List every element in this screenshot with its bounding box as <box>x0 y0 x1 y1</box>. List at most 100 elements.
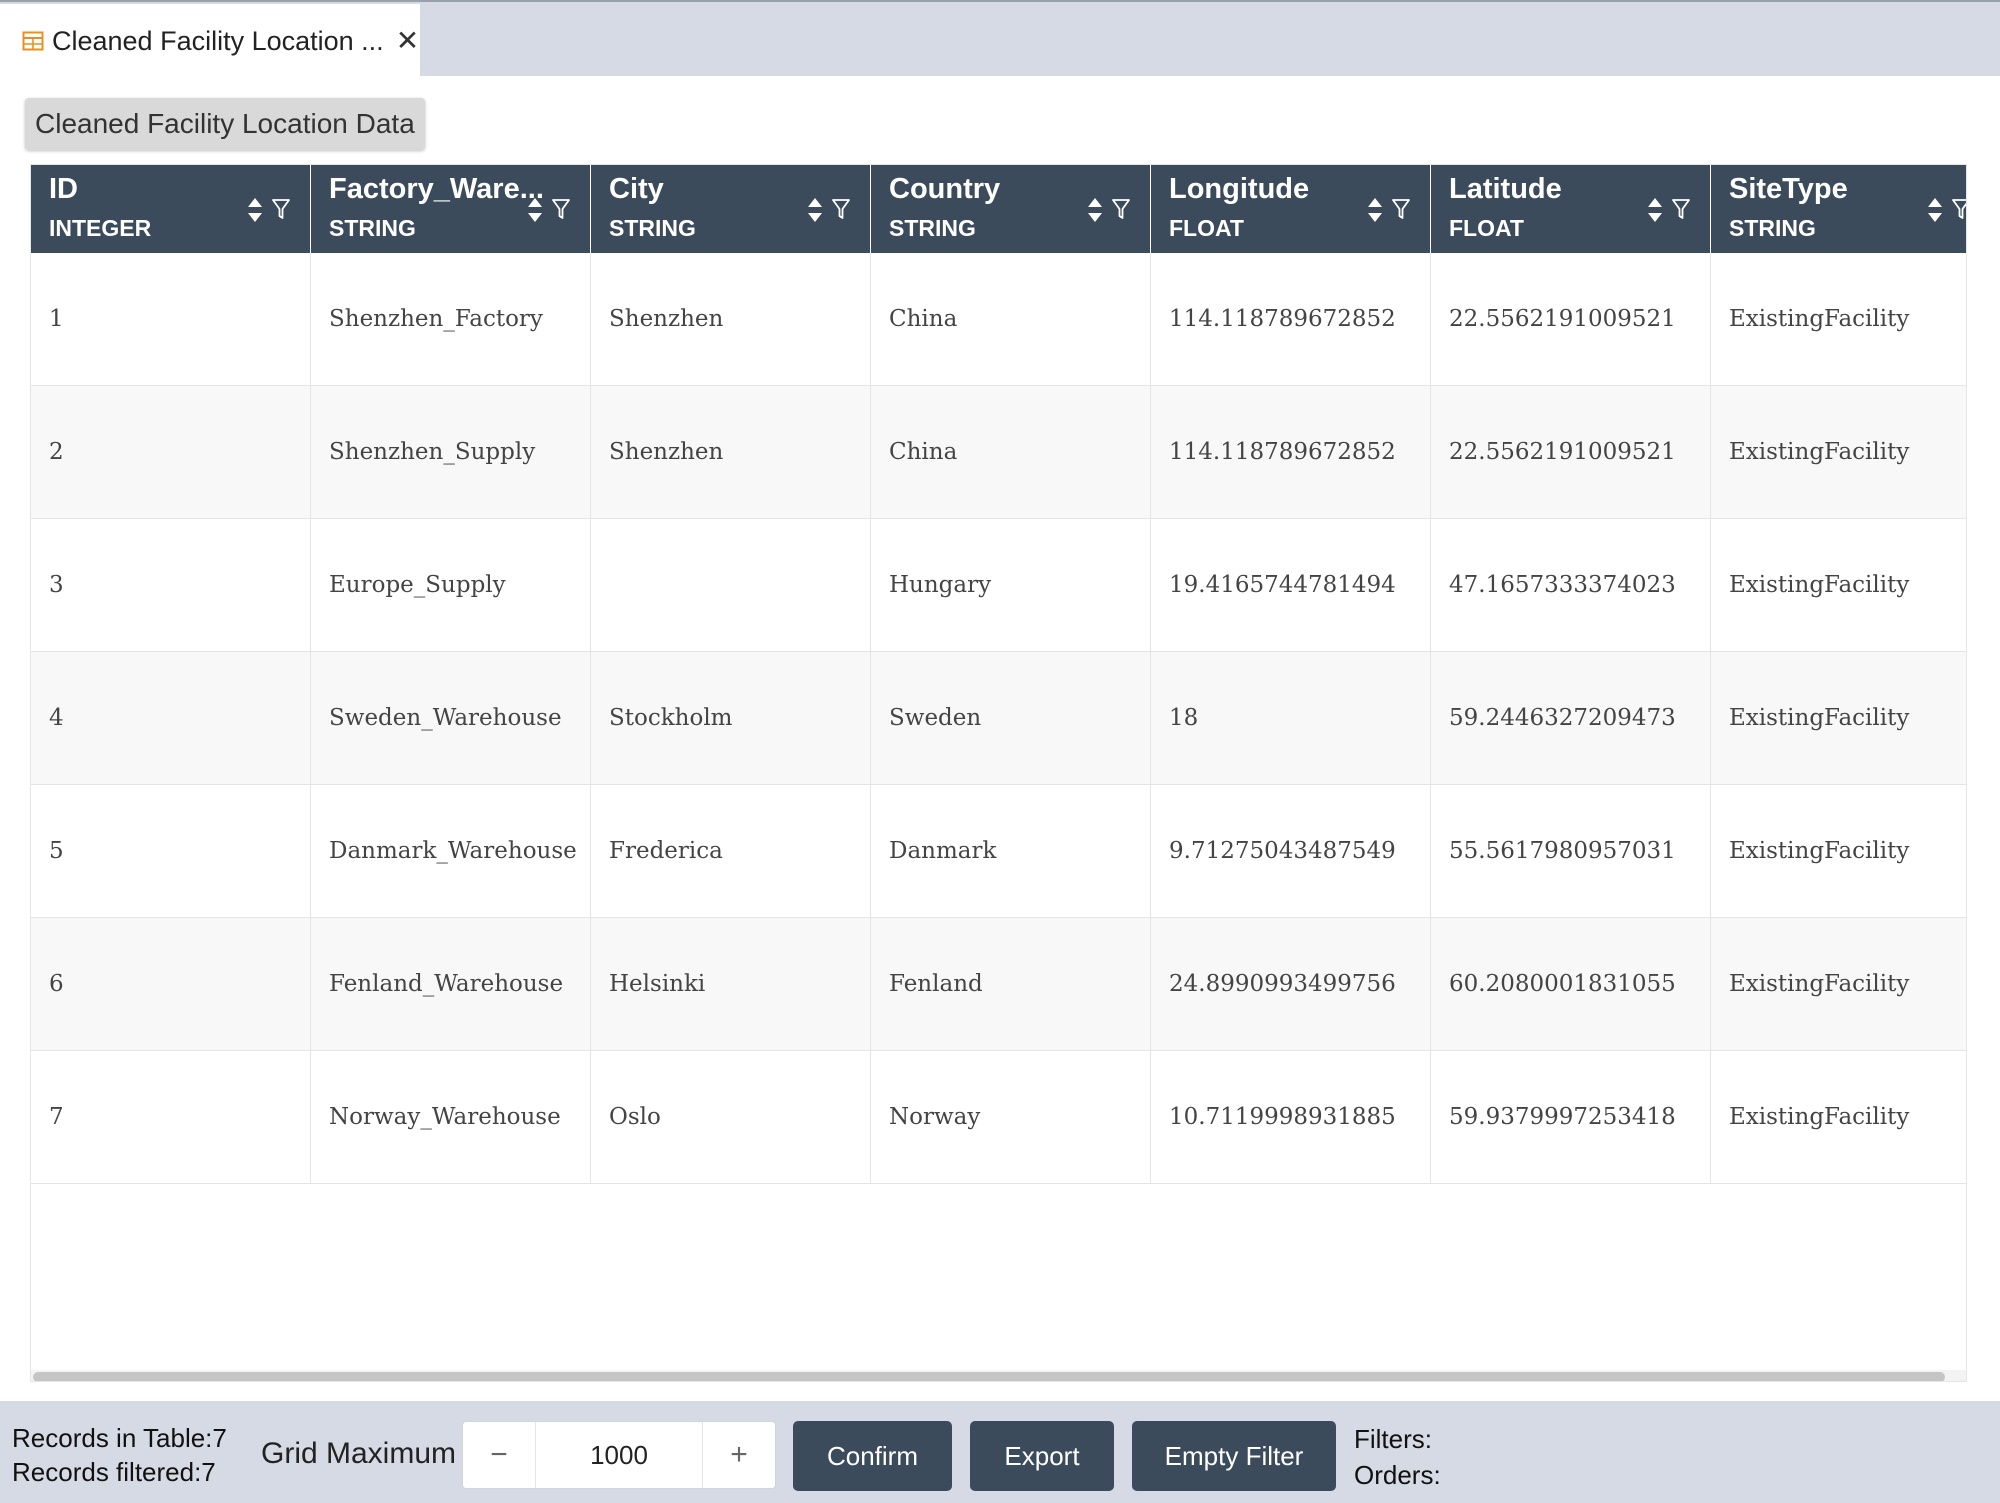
table-body: 1 Shenzhen_Factory Shenzhen China 114.118789… <box>31 253 1966 1184</box>
table-cell[interactable]: Sweden <box>871 652 1151 784</box>
table-cell[interactable]: ExistingFacility <box>1711 1051 1966 1183</box>
table-cell[interactable]: 5 <box>31 785 311 917</box>
filter-icon[interactable] <box>831 197 851 221</box>
table-cell[interactable]: 59.9379997253418 <box>1431 1051 1711 1183</box>
scrollbar-thumb[interactable] <box>33 1372 1945 1381</box>
table-cell[interactable]: Danmark_Warehouse <box>311 785 591 917</box>
filter-icon[interactable] <box>1671 197 1691 221</box>
table-cell[interactable]: Shenzhen_Supply <box>311 386 591 518</box>
table-cell[interactable]: Danmark <box>871 785 1151 917</box>
table-cell[interactable]: 59.2446327209473 <box>1431 652 1711 784</box>
table-cell[interactable]: ExistingFacility <box>1711 785 1966 917</box>
table-row[interactable]: 6 Fenland_Warehouse Helsinki Fenland 24.8990… <box>31 918 1966 1051</box>
column-type: FLOAT <box>1449 215 1524 241</box>
sort-icon[interactable] <box>1927 197 1943 223</box>
column-header[interactable]: SiteType STRING <box>1711 165 1966 253</box>
filter-icon[interactable] <box>271 197 291 221</box>
filter-icon[interactable] <box>1951 197 1966 221</box>
table-cell[interactable]: 114.118789672852 <box>1151 253 1431 385</box>
sort-icon[interactable] <box>527 197 543 223</box>
table-cell[interactable]: Norway_Warehouse <box>311 1051 591 1183</box>
table-cell[interactable]: 114.118789672852 <box>1151 386 1431 518</box>
table-row[interactable]: 4 Sweden_Warehouse Stockholm Sweden 18 59.244… <box>31 652 1966 785</box>
increment-button[interactable]: + <box>703 1422 775 1488</box>
table-cell[interactable]: Frederica <box>591 785 871 917</box>
sort-icon[interactable] <box>247 197 263 223</box>
table-cell[interactable]: 6 <box>31 918 311 1050</box>
column-header[interactable]: Latitude FLOAT <box>1431 165 1711 253</box>
horizontal-scrollbar[interactable] <box>31 1370 1966 1381</box>
record-counts: Records in Table:7 Records filtered:7 <box>12 1421 227 1489</box>
export-button[interactable]: Export <box>970 1421 1114 1491</box>
sort-icon[interactable] <box>1647 197 1663 223</box>
empty-filter-button[interactable]: Empty Filter <box>1132 1421 1336 1491</box>
table-cell[interactable]: China <box>871 386 1151 518</box>
table-cell[interactable]: Norway <box>871 1051 1151 1183</box>
tab-cleaned-facility-location[interactable]: Cleaned Facility Location ... ✕ <box>0 4 420 78</box>
grid-maximum-input[interactable] <box>535 1422 703 1488</box>
confirm-button[interactable]: Confirm <box>793 1421 952 1491</box>
table-cell[interactable]: 9.71275043487549 <box>1151 785 1431 917</box>
table-cell[interactable] <box>591 519 871 651</box>
table-cell[interactable]: Stockholm <box>591 652 871 784</box>
table-cell[interactable]: 18 <box>1151 652 1431 784</box>
table-cell[interactable]: China <box>871 253 1151 385</box>
table-cell[interactable]: Shenzhen_Factory <box>311 253 591 385</box>
table-row[interactable]: 5 Danmark_Warehouse Frederica Danmark 9.7127… <box>31 785 1966 918</box>
table-cell[interactable]: ExistingFacility <box>1711 386 1966 518</box>
column-name: Factory_Ware... <box>329 173 544 205</box>
table-cell[interactable]: ExistingFacility <box>1711 253 1966 385</box>
column-type: STRING <box>889 215 976 241</box>
table-cell[interactable]: 22.5562191009521 <box>1431 253 1711 385</box>
table-cell[interactable]: 24.8990993499756 <box>1151 918 1431 1050</box>
table-cell[interactable]: 60.2080001831055 <box>1431 918 1711 1050</box>
table-row[interactable]: 1 Shenzhen_Factory Shenzhen China 114.118789… <box>31 253 1966 386</box>
table-cell[interactable]: 4 <box>31 652 311 784</box>
table-cell[interactable]: 22.5562191009521 <box>1431 386 1711 518</box>
filter-icon[interactable] <box>1111 197 1131 221</box>
table-cell[interactable]: 19.4165744781494 <box>1151 519 1431 651</box>
sort-icon[interactable] <box>1087 197 1103 223</box>
column-name: SiteType <box>1729 173 1848 205</box>
grid-maximum-label: Grid Maximum <box>261 1437 457 1470</box>
orders-label: Orders: <box>1354 1460 1441 1490</box>
table-row[interactable]: 2 Shenzhen_Supply Shenzhen China 114.1187896… <box>31 386 1966 519</box>
sort-icon[interactable] <box>1367 197 1383 223</box>
table-cell[interactable]: Fenland <box>871 918 1151 1050</box>
table-cell[interactable]: 10.7119998931885 <box>1151 1051 1431 1183</box>
table-cell[interactable]: 55.5617980957031 <box>1431 785 1711 917</box>
sort-icon[interactable] <box>807 197 823 223</box>
table-cell[interactable]: Europe_Supply <box>311 519 591 651</box>
column-name: ID <box>49 173 78 205</box>
table-cell[interactable]: Shenzhen <box>591 253 871 385</box>
table-cell[interactable]: Shenzhen <box>591 386 871 518</box>
column-header[interactable]: Longitude FLOAT <box>1151 165 1431 253</box>
table-cell[interactable]: Oslo <box>591 1051 871 1183</box>
table-cell[interactable]: ExistingFacility <box>1711 918 1966 1050</box>
column-type: FLOAT <box>1169 215 1244 241</box>
table-cell[interactable]: Hungary <box>871 519 1151 651</box>
column-header[interactable]: City STRING <box>591 165 871 253</box>
table-cell[interactable]: 2 <box>31 386 311 518</box>
decrement-button[interactable]: − <box>463 1422 535 1488</box>
records-in-table: Records in Table:7 <box>12 1423 227 1453</box>
table-cell[interactable]: Helsinki <box>591 918 871 1050</box>
table-cell[interactable]: ExistingFacility <box>1711 519 1966 651</box>
table-cell[interactable]: 1 <box>31 253 311 385</box>
table-title[interactable]: Cleaned Facility Location Data <box>25 98 425 150</box>
table-row[interactable]: 7 Norway_Warehouse Oslo Norway 10.7119998931… <box>31 1051 1966 1184</box>
close-icon[interactable]: ✕ <box>396 27 419 55</box>
table-cell[interactable]: ExistingFacility <box>1711 652 1966 784</box>
table-cell[interactable]: 47.1657333374023 <box>1431 519 1711 651</box>
table-cell[interactable]: 7 <box>31 1051 311 1183</box>
table-cell[interactable]: Fenland_Warehouse <box>311 918 591 1050</box>
table-cell[interactable]: Sweden_Warehouse <box>311 652 591 784</box>
filter-icon[interactable] <box>1391 197 1411 221</box>
grid-maximum-stepper: − + <box>462 1421 776 1489</box>
column-header[interactable]: ID INTEGER <box>31 165 311 253</box>
column-header[interactable]: Country STRING <box>871 165 1151 253</box>
table-cell[interactable]: 3 <box>31 519 311 651</box>
table-row[interactable]: 3 Europe_Supply Hungary 19.4165744781494 47.… <box>31 519 1966 652</box>
filter-icon[interactable] <box>551 197 571 221</box>
column-header[interactable]: Factory_Ware... STRING <box>311 165 591 253</box>
